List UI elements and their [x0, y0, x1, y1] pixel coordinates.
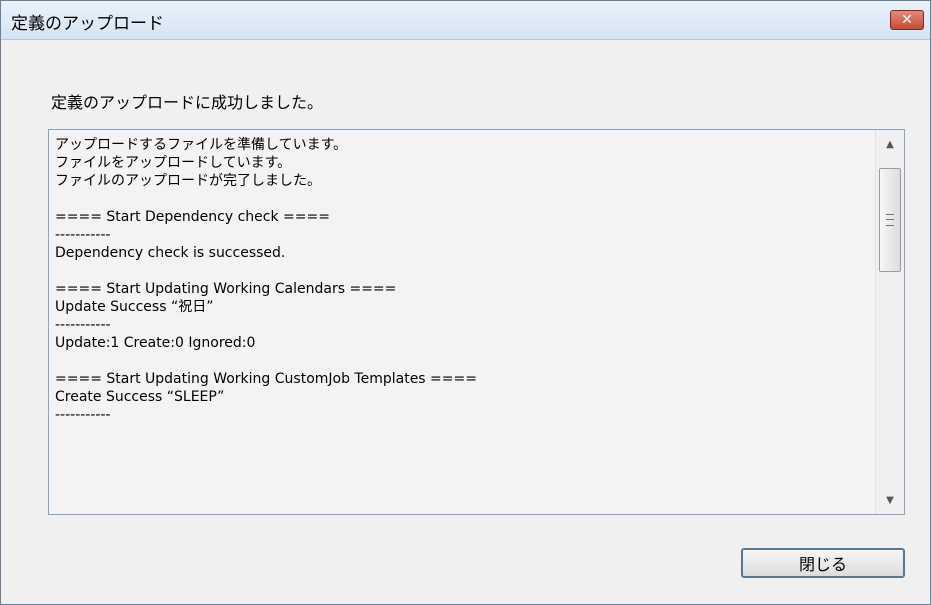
scroll-down-icon[interactable]: ▼: [876, 490, 904, 510]
log-line: Create Success “SLEEP”: [55, 389, 225, 405]
log-line: -----------: [55, 317, 111, 333]
grip-icon: [886, 214, 894, 226]
log-scrollbar[interactable]: ▲ ▼: [875, 130, 904, 514]
log-line: Update Success “祝日”: [55, 299, 214, 315]
log-line: Update:1 Create:0 Ignored:0: [55, 335, 256, 351]
log-line: ==== Start Updating Working CustomJob Te…: [55, 371, 477, 387]
window-close-button[interactable]: ✕: [890, 10, 924, 30]
window-title: 定義のアップロード: [11, 14, 164, 34]
upload-dialog: 定義のアップロード ✕ 定義のアップロードに成功しました。 アップロードするファ…: [0, 0, 931, 605]
log-content: アップロードするファイルを準備しています。 ファイルをアップロードしています。ファ…: [55, 136, 871, 424]
status-message: 定義のアップロードに成功しました。: [51, 93, 324, 112]
log-line: ==== Start Updating Working Calendars ==…: [55, 281, 397, 297]
log-line: ファイルをアップロードしています。: [55, 155, 292, 171]
log-line: -----------: [55, 227, 111, 243]
close-button[interactable]: 閉じる: [741, 548, 905, 578]
close-icon: ✕: [901, 12, 913, 28]
scroll-thumb[interactable]: [879, 168, 901, 272]
log-line: アップロードするファイルを準備しています。: [55, 137, 348, 153]
log-textarea[interactable]: アップロードするファイルを準備しています。 ファイルをアップロードしています。ファ…: [48, 129, 905, 515]
log-line: ==== Start Dependency check ====: [55, 209, 330, 225]
log-line: Dependency check is successed.: [55, 245, 286, 261]
log-line: ファイルのアップロードが完了しました。: [55, 173, 321, 189]
log-line: -----------: [55, 407, 111, 423]
scroll-up-icon[interactable]: ▲: [876, 134, 904, 154]
title-bar: 定義のアップロード ✕: [1, 1, 930, 40]
